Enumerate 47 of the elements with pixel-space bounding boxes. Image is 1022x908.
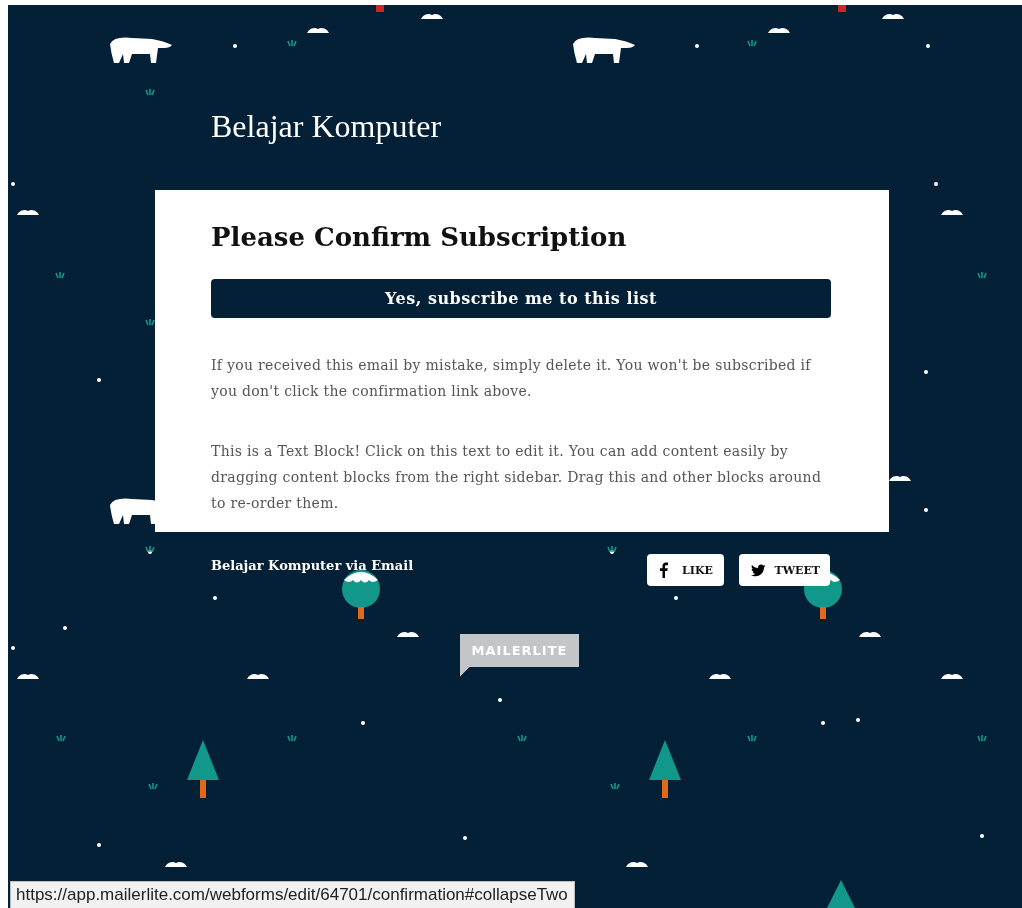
grass-icon <box>747 734 757 742</box>
grass-icon <box>145 318 155 326</box>
tree-icon <box>342 570 380 619</box>
tree-icon <box>187 740 219 798</box>
grass-icon <box>607 545 617 553</box>
snow-mound-icon <box>626 862 648 867</box>
card-heading: Please Confirm Subscription <box>211 221 628 254</box>
snow-mound-icon <box>17 674 39 679</box>
snow-mound-icon <box>709 674 731 679</box>
polar-bear-icon <box>573 37 635 63</box>
snow-mound-icon <box>768 28 790 33</box>
snow-mound-icon <box>17 210 39 215</box>
site-title: Belajar Komputer <box>211 107 442 146</box>
snow-mound-icon <box>941 210 963 215</box>
subscribe-button[interactable]: Yes, subscribe me to this list <box>211 279 831 318</box>
grass-icon <box>148 782 158 790</box>
grass-icon <box>977 271 987 279</box>
body-paragraph: This is a Text Block! Click on this text to edit it. You can add content easily by dragging content blocks from the right sidebar. Drag this and other blocks around to re-order them. <box>211 442 823 513</box>
snow-mound-icon <box>421 14 443 19</box>
snow-mound-icon <box>859 632 881 637</box>
bird-icon <box>751 562 766 578</box>
grass-icon <box>287 734 297 742</box>
facebook-icon <box>659 562 668 578</box>
grass-icon <box>517 734 527 742</box>
tree-trunk-icon <box>376 5 384 12</box>
like-button[interactable]: LIKE <box>647 554 724 586</box>
grass-icon <box>145 545 155 553</box>
snow-mound-icon <box>397 632 419 637</box>
footer-text: Belajar Komputer via Email <box>211 558 414 573</box>
grass-icon <box>747 39 757 47</box>
tree-icon <box>827 880 855 908</box>
tree-trunk-icon <box>838 5 846 12</box>
polar-bear-icon <box>110 37 172 63</box>
grass-icon <box>610 782 620 790</box>
grass-icon <box>977 734 987 742</box>
body-paragraph: If you received this email by mistake, simply delete it. You won't be subscribed if you don't click the confirmation link above. <box>211 356 813 401</box>
snow-mound-icon <box>247 674 269 679</box>
snow-mound-icon <box>165 862 187 867</box>
status-bar-url: https://app.mailerlite.com/webforms/edit/64701/confirmation#collapseTwo <box>10 881 575 908</box>
grass-icon <box>55 271 65 279</box>
tree-icon <box>649 740 681 798</box>
snow-mound-icon <box>307 28 329 33</box>
grass-icon <box>145 88 155 96</box>
grass-icon <box>56 734 66 742</box>
snow-mound-icon <box>882 14 904 19</box>
snow-mound-icon <box>941 674 963 679</box>
grass-icon <box>287 39 297 47</box>
